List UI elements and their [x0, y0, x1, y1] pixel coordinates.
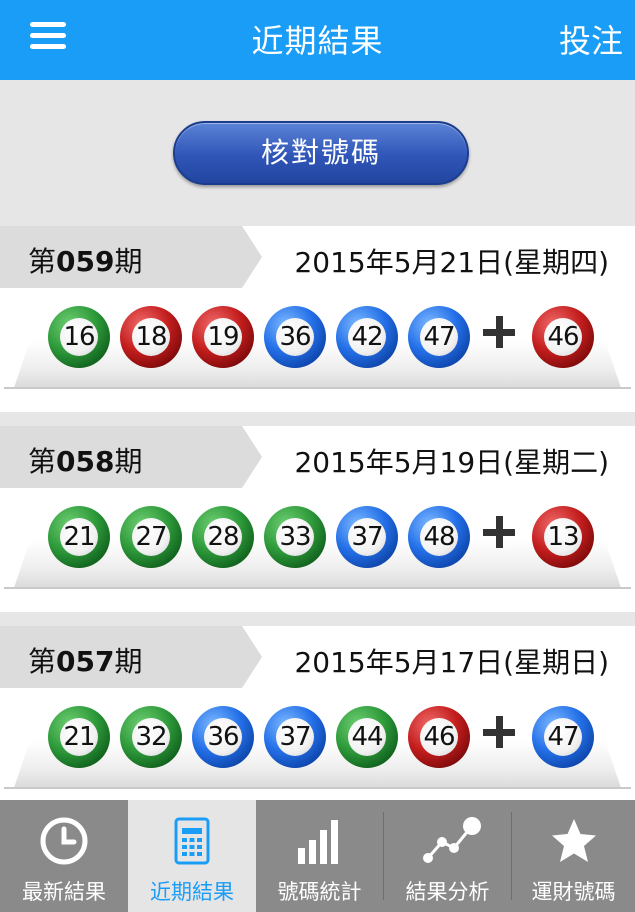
- draw-result[interactable]: 第057期 2015年5月17日(星期日) 21 32 36 37 44 46 47: [0, 626, 635, 812]
- draw-date: 2015年5月21日(星期四): [294, 246, 609, 279]
- ball-number: 19: [204, 318, 242, 356]
- tab-bar: 最新結果 近期結果 號碼統計 結果分析 運財號碼: [0, 800, 635, 912]
- lottery-ball: 37: [264, 706, 326, 768]
- lottery-ball: 47: [408, 306, 470, 368]
- page-title: 近期結果: [251, 22, 384, 60]
- draw-header: 第058期 2015年5月19日(星期二): [0, 426, 635, 488]
- shelf-edge: [4, 787, 631, 789]
- ball-number: 42: [348, 318, 386, 356]
- tab-label: 運財號碼: [531, 880, 616, 904]
- tab-lucky-numbers[interactable]: 運財號碼: [512, 800, 635, 912]
- tab-label: 結果分析: [405, 880, 490, 904]
- lottery-ball: 28: [192, 506, 254, 568]
- tab-number-stats[interactable]: 號碼統計: [256, 800, 383, 912]
- tab-label: 號碼統計: [277, 880, 362, 904]
- ball-number: 48: [420, 518, 458, 556]
- special-ball: 13: [532, 506, 594, 568]
- draw-header: 第059期 2015年5月21日(星期四): [0, 226, 635, 288]
- special-ball: 47: [532, 706, 594, 768]
- ball-number: 13: [544, 518, 582, 556]
- draw-number: 第058期: [28, 445, 143, 478]
- draw-date: 2015年5月17日(星期日): [294, 646, 609, 679]
- trend-icon: [422, 817, 481, 863]
- ball-number: 28: [204, 518, 242, 556]
- draw-number: 第059期: [28, 245, 143, 278]
- ball-number: 36: [276, 318, 314, 356]
- lottery-ball: 46: [408, 706, 470, 768]
- ball-number: 44: [348, 718, 386, 756]
- calendar-icon: [174, 817, 210, 865]
- ball-number: 47: [544, 718, 582, 756]
- special-ball: 46: [532, 306, 594, 368]
- draw-result[interactable]: 第058期 2015年5月19日(星期二) 21 27 28 33 37 48 13: [0, 426, 635, 612]
- lottery-ball: 18: [120, 306, 182, 368]
- ball-number: 36: [204, 718, 242, 756]
- ball-number: 37: [276, 718, 314, 756]
- star-icon: [551, 819, 596, 862]
- lottery-ball: 27: [120, 506, 182, 568]
- lottery-ball: 16: [48, 306, 110, 368]
- clock-icon: [40, 817, 88, 865]
- tab-label: 最新結果: [22, 880, 106, 904]
- check-numbers-button[interactable]: 核對號碼: [173, 121, 469, 185]
- ball-number: 32: [132, 718, 170, 756]
- balls-shelf: 16 18 19 36 42 47 46: [0, 288, 635, 412]
- lottery-ball: 33: [264, 506, 326, 568]
- lottery-ball: 19: [192, 306, 254, 368]
- app-header: 近期結果 投注: [0, 0, 635, 80]
- ball-number: 46: [544, 318, 582, 356]
- lottery-ball: 32: [120, 706, 182, 768]
- draw-result[interactable]: 第059期 2015年5月21日(星期四) 16 18 19 36 42 47 46: [0, 226, 635, 412]
- lottery-ball: 36: [264, 306, 326, 368]
- ball-number: 27: [132, 518, 170, 556]
- draw-number: 第057期: [28, 645, 143, 678]
- tab-result-analysis[interactable]: 結果分析: [384, 800, 511, 912]
- lottery-ball: 44: [336, 706, 398, 768]
- draw-date: 2015年5月19日(星期二): [294, 446, 609, 479]
- ball-number: 47: [420, 318, 458, 356]
- plus-icon: [483, 716, 515, 748]
- bar-chart-icon: [297, 820, 338, 864]
- ball-number: 37: [348, 518, 386, 556]
- ball-number: 18: [132, 318, 170, 356]
- draw-header: 第057期 2015年5月17日(星期日): [0, 626, 635, 688]
- shelf-edge: [4, 387, 631, 389]
- ball-number: 46: [420, 718, 458, 756]
- lottery-ball: 42: [336, 306, 398, 368]
- ball-number: 33: [276, 518, 314, 556]
- lottery-ball: 36: [192, 706, 254, 768]
- tab-recent-results[interactable]: 近期結果: [128, 800, 256, 912]
- plus-icon: [483, 316, 515, 348]
- lottery-ball: 48: [408, 506, 470, 568]
- lottery-ball: 21: [48, 706, 110, 768]
- ball-number: 21: [60, 518, 98, 556]
- shelf-edge: [4, 587, 631, 589]
- ball-number: 21: [60, 718, 98, 756]
- bet-button[interactable]: 投注: [559, 16, 623, 62]
- plus-icon: [483, 516, 515, 548]
- balls-shelf: 21 32 36 37 44 46 47: [0, 688, 635, 812]
- ball-number: 16: [60, 318, 98, 356]
- balls-shelf: 21 27 28 33 37 48 13: [0, 488, 635, 612]
- lottery-ball: 37: [336, 506, 398, 568]
- tab-label: 近期結果: [150, 880, 234, 904]
- tab-latest-results[interactable]: 最新結果: [0, 800, 128, 912]
- lottery-ball: 21: [48, 506, 110, 568]
